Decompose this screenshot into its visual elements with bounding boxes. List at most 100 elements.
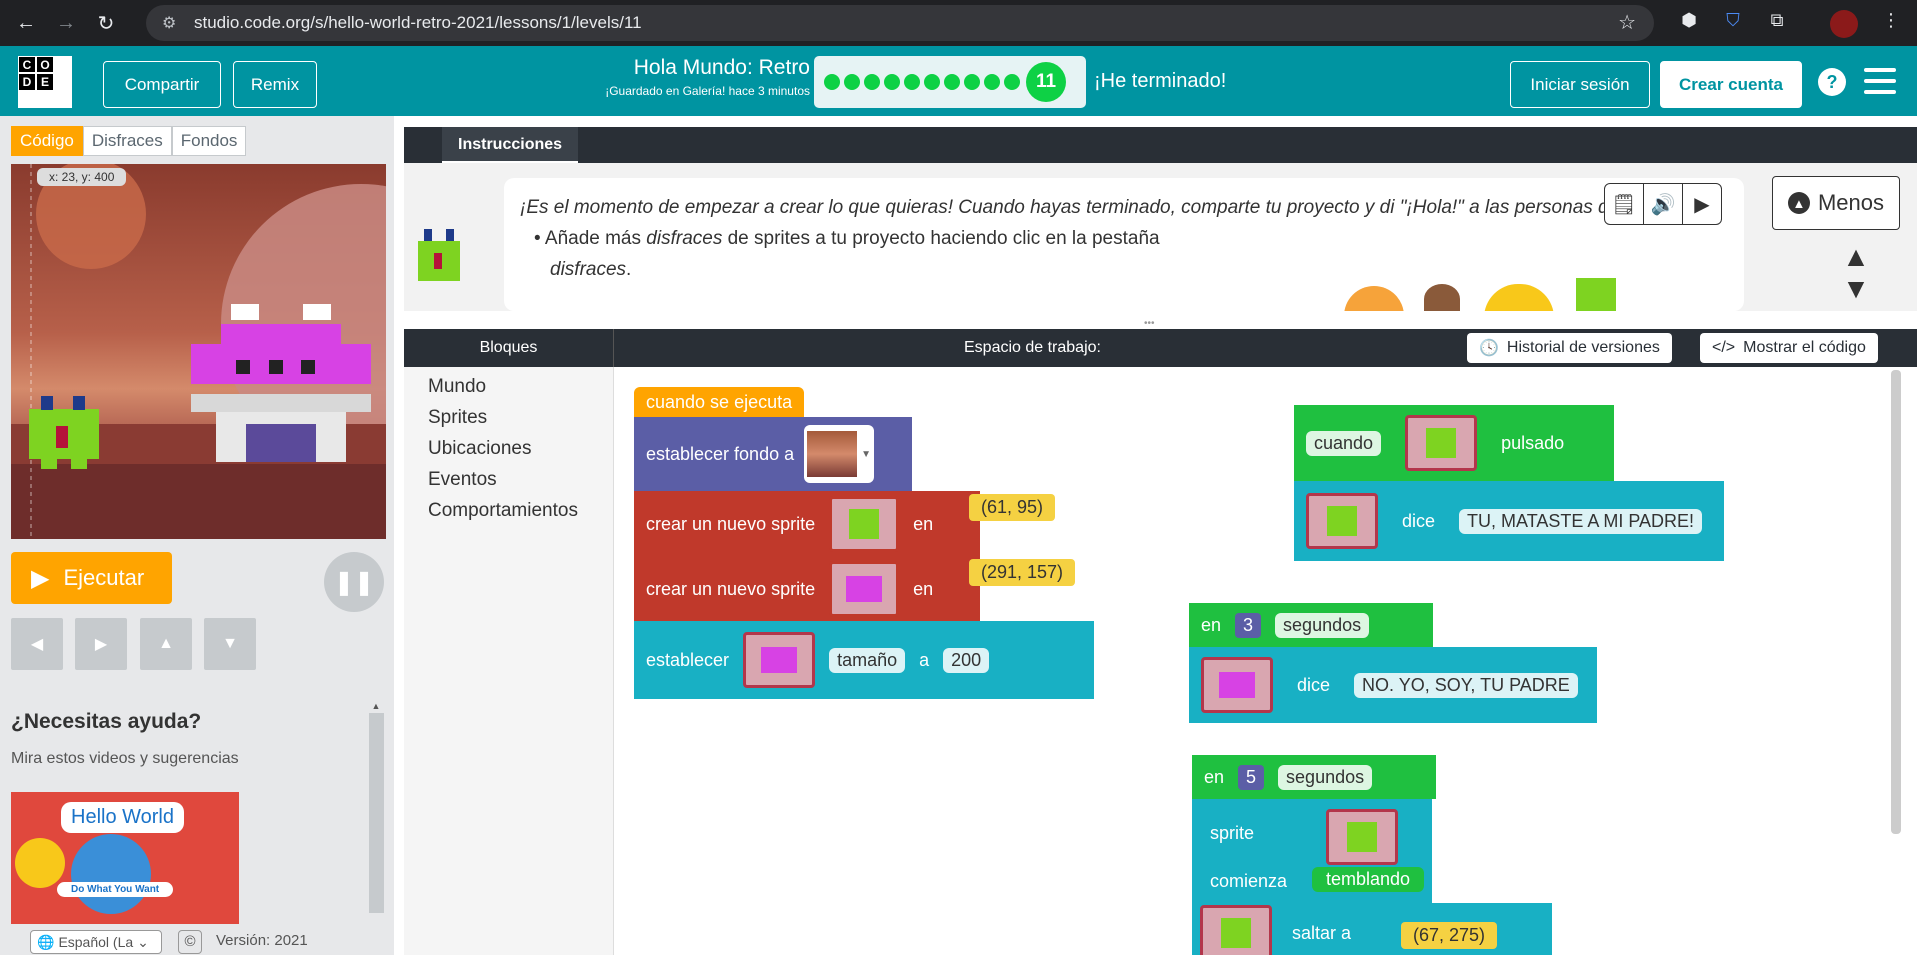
category-behaviors[interactable]: Comportamientos	[404, 495, 613, 526]
remix-button[interactable]: Remix	[233, 61, 317, 108]
progress-dot[interactable]	[924, 74, 940, 90]
read-aloud-icon[interactable]: 🗒	[1605, 184, 1644, 224]
hamburger-menu-icon[interactable]	[1864, 68, 1896, 94]
location-field[interactable]: (61, 95)	[969, 494, 1056, 521]
seconds-dropdown[interactable]: segundos	[1278, 764, 1373, 790]
when-clicked-block[interactable]: cuando pulsado	[1294, 405, 1614, 481]
seconds-field[interactable]: 3	[1235, 612, 1262, 638]
right-arrow-button[interactable]: ▶	[75, 618, 127, 670]
tab-instructions[interactable]: Instrucciones	[442, 127, 579, 163]
tab-code[interactable]: Código	[11, 126, 83, 156]
back-icon[interactable]: ←	[6, 12, 46, 35]
scroll-up-icon[interactable]: ▲	[368, 701, 384, 711]
progress-dot[interactable]	[944, 74, 960, 90]
sprite-starts-block[interactable]: sprite comienza temblando	[1192, 799, 1432, 903]
show-code-button[interactable]: </> Mostrar el código	[1700, 333, 1878, 363]
down-arrow-button[interactable]: ▼	[204, 618, 256, 670]
extension-icon[interactable]: ⬢	[1676, 10, 1702, 36]
reload-icon[interactable]: ↻	[86, 11, 126, 36]
create-sprite-block[interactable]: crear un nuevo sprite en	[634, 557, 980, 621]
tab-backgrounds[interactable]: Fondos	[171, 126, 247, 156]
workspace-scrollbar[interactable]	[1891, 370, 1901, 834]
language-select[interactable]: 🌐 Español (La ⌄	[30, 930, 162, 954]
create-account-button[interactable]: Crear cuenta	[1660, 61, 1802, 108]
help-video-thumbnail[interactable]: Hello World Do What You Want	[11, 792, 239, 924]
event-dropdown[interactable]: cuando	[1306, 430, 1382, 456]
sprite-dropdown[interactable]	[1306, 493, 1378, 549]
progress-dot[interactable]	[824, 74, 840, 90]
sprite-dropdown[interactable]	[1326, 809, 1398, 865]
up-arrow-button[interactable]: ▲	[140, 618, 192, 670]
sprite-dropdown[interactable]	[1201, 657, 1273, 713]
sprite-says-block[interactable]: dice TU, MATASTE A MI PADRE!	[1294, 481, 1724, 561]
run-button[interactable]: ▶ Ejecutar	[11, 552, 172, 604]
collapse-instructions-button[interactable]: ▲ Menos	[1772, 176, 1900, 230]
progress-dot[interactable]	[844, 74, 860, 90]
share-button[interactable]: Compartir	[103, 61, 221, 108]
sprite-dropdown[interactable]	[743, 632, 816, 688]
version-history-button[interactable]: 🕓 Historial de versiones	[1467, 333, 1672, 363]
speech-text-field[interactable]: TU, MATASTE A MI PADRE!	[1459, 508, 1703, 534]
address-bar[interactable]: ⚙ studio.code.org/s/hello-world-retro-20…	[146, 5, 1654, 41]
play-audio-icon[interactable]: ▶	[1683, 184, 1721, 224]
bullet-em: disfraces	[550, 259, 627, 280]
resize-handle[interactable]: •••	[1144, 318, 1155, 329]
game-stage[interactable]: x: 23, y: 400	[11, 164, 386, 539]
property-dropdown[interactable]: tamaño	[829, 647, 906, 673]
current-level-badge[interactable]: 11	[1026, 62, 1066, 102]
scroll-up-icon[interactable]: ▲	[1836, 241, 1876, 273]
profile-avatar[interactable]	[1830, 10, 1858, 38]
progress-dot[interactable]	[884, 74, 900, 90]
volume-icon[interactable]: 🔊	[1644, 184, 1683, 224]
jump-to-block[interactable]: saltar a	[1192, 903, 1552, 955]
shield-extension-icon[interactable]: ⛉	[1720, 10, 1746, 36]
seconds-dropdown[interactable]: segundos	[1275, 612, 1370, 638]
left-arrow-button[interactable]: ◀	[11, 618, 63, 670]
speech-text-field[interactable]: NO. YO, SOY, TU PADRE	[1354, 672, 1578, 698]
location-field[interactable]: (291, 157)	[969, 559, 1076, 586]
behavior-block[interactable]: temblando	[1312, 867, 1425, 892]
category-events[interactable]: Eventos	[404, 464, 613, 495]
progress-dot[interactable]	[864, 74, 880, 90]
progress-dot[interactable]	[904, 74, 920, 90]
set-background-block[interactable]: establecer fondo a ▼	[634, 417, 912, 491]
progress-dot[interactable]	[964, 74, 980, 90]
after-seconds-block[interactable]: en 3 segundos	[1189, 603, 1433, 647]
sprite-dropdown[interactable]	[829, 496, 900, 552]
after-seconds-block[interactable]: en 5 segundos	[1192, 755, 1436, 799]
signin-button[interactable]: Iniciar sesión	[1510, 61, 1650, 108]
site-settings-icon[interactable]: ⚙	[162, 13, 176, 33]
progress-dot[interactable]	[984, 74, 1000, 90]
progress-dot[interactable]	[1004, 74, 1020, 90]
category-world[interactable]: Mundo	[404, 371, 613, 402]
set-property-block[interactable]: establecer tamaño a 200	[634, 621, 1094, 699]
clock-icon: 🕓	[1479, 340, 1499, 357]
scroll-down-icon[interactable]: ▼	[1836, 273, 1876, 305]
tab-costumes[interactable]: Disfraces	[82, 126, 172, 156]
when-run-block[interactable]: cuando se ejecuta	[634, 387, 805, 417]
help-icon[interactable]: ?	[1818, 68, 1846, 96]
create-sprite-block[interactable]: crear un nuevo sprite en	[634, 491, 980, 557]
sprite-dropdown[interactable]	[1405, 415, 1478, 471]
seconds-field[interactable]: 5	[1238, 764, 1265, 790]
copyright-icon[interactable]: ©	[178, 930, 202, 954]
sprite-dropdown[interactable]	[1200, 905, 1272, 955]
background-dropdown[interactable]: ▼	[804, 425, 875, 483]
forward-icon[interactable]: →	[46, 12, 86, 35]
location-field[interactable]: (67, 275)	[1401, 922, 1498, 949]
sprite-says-block[interactable]: dice NO. YO, SOY, TU PADRE	[1189, 647, 1597, 723]
finished-link[interactable]: ¡He terminado!	[1094, 70, 1226, 93]
category-locations[interactable]: Ubicaciones	[404, 433, 613, 464]
play-icon: ▶	[31, 564, 50, 592]
bookmark-star-icon[interactable]: ☆	[1618, 10, 1636, 35]
category-sprites[interactable]: Sprites	[404, 402, 613, 433]
code-org-logo[interactable]: C O D E	[18, 56, 72, 108]
help-scroll-thumb[interactable]	[369, 713, 384, 913]
workspace-canvas[interactable]: cuando se ejecuta establecer fondo a ▼ c…	[614, 367, 1917, 955]
browser-menu-icon[interactable]: ⋮	[1878, 10, 1904, 36]
pause-button[interactable]: ❚❚	[324, 552, 384, 612]
globe-icon: 🌐	[37, 933, 55, 950]
sprite-dropdown[interactable]	[829, 561, 900, 617]
size-value-field[interactable]: 200	[943, 647, 990, 673]
puzzle-extensions-icon[interactable]: ⧉	[1764, 10, 1790, 36]
